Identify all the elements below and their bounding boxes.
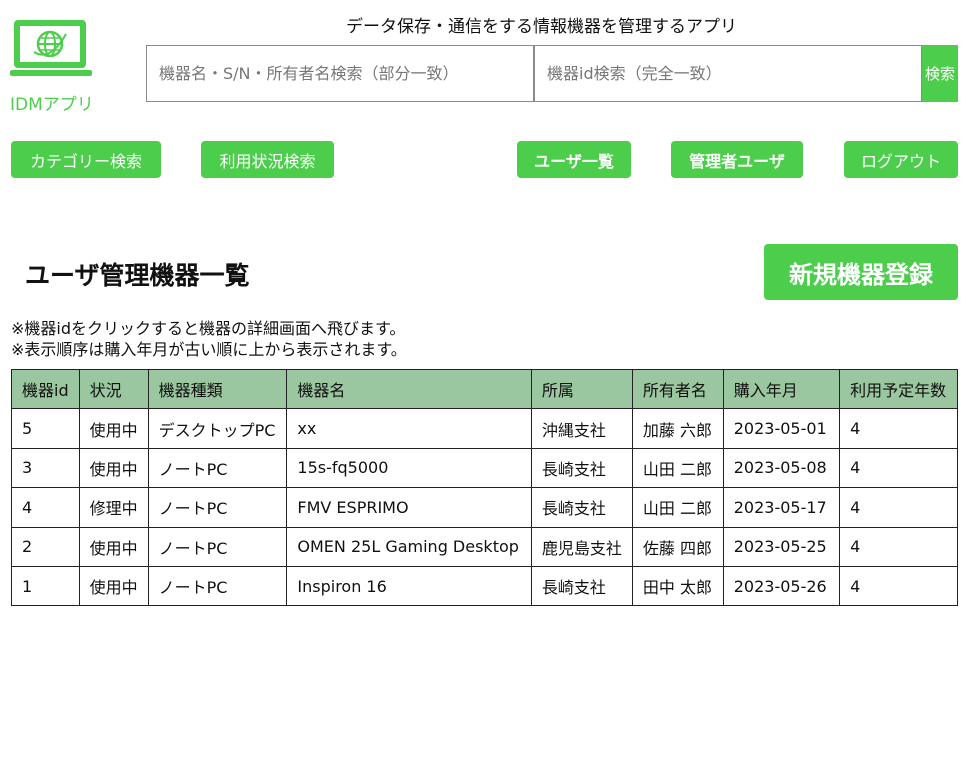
device-name-cell: Inspiron 16	[286, 565, 532, 607]
purchase-date-cell: 2023-05-01	[722, 408, 841, 449]
table-row: 2 使用中 ノートPC OMEN 25L Gaming Desktop 鹿児島支…	[11, 526, 958, 567]
app-subtitle: データ保存・通信をする情報機器を管理するアプリ	[346, 17, 737, 37]
device-id-cell[interactable]: 1	[11, 565, 80, 607]
status-cell: 使用中	[78, 447, 149, 489]
device-id-cell[interactable]: 5	[11, 408, 80, 449]
owner-cell: 山田 二郎	[631, 487, 724, 528]
branch-cell: 長崎支社	[530, 487, 633, 528]
status-cell: 使用中	[78, 565, 149, 607]
device-id-cell[interactable]: 2	[11, 526, 80, 567]
owner-cell: 田中 太郎	[631, 565, 724, 607]
device-type-cell: ノートPC	[147, 447, 288, 489]
notes: ※機器idをクリックすると機器の詳細画面へ飛びます。 ※表示順序は購入年月が古い…	[11, 318, 407, 360]
device-name-cell: xx	[286, 408, 532, 449]
owner-cell: 加藤 六郎	[631, 408, 724, 449]
branch-cell: 沖縄支社	[530, 408, 633, 449]
status-cell: 使用中	[78, 526, 149, 567]
category-search-button[interactable]: カテゴリー検索	[11, 141, 161, 178]
user-list-button[interactable]: ユーザ一覧	[517, 141, 631, 178]
table-row: 5 使用中 デスクトップPC xx 沖縄支社 加藤 六郎 2023-05-01 …	[11, 408, 958, 449]
device-name-cell: 15s-fq5000	[286, 447, 532, 489]
device-id-link[interactable]: 2	[22, 537, 32, 556]
search-button[interactable]: 検索	[922, 45, 958, 102]
device-id-cell[interactable]: 4	[11, 487, 80, 528]
note-line: ※表示順序は購入年月が古い順に上から表示されます。	[11, 340, 407, 359]
device-id-link[interactable]: 1	[22, 577, 32, 596]
table-header-row: 機器id 状況 機器種類 機器名 所属 所有者名 購入年月 利用予定年数	[11, 368, 958, 410]
purchase-date-cell: 2023-05-08	[722, 447, 841, 489]
column-header-branch: 所属	[530, 368, 633, 410]
column-header-owner: 所有者名	[631, 368, 724, 410]
logout-button[interactable]: ログアウト	[844, 141, 958, 178]
laptop-globe-icon	[10, 20, 92, 76]
device-id-cell[interactable]: 3	[11, 447, 80, 489]
usage-search-button[interactable]: 利用状況検索	[201, 141, 334, 178]
column-header-purchase-date: 購入年月	[722, 368, 841, 410]
admin-user-button[interactable]: 管理者ユーザ	[671, 141, 803, 178]
owner-cell: 佐藤 四郎	[631, 526, 724, 567]
device-type-cell: ノートPC	[147, 565, 288, 607]
status-cell: 修理中	[78, 487, 149, 528]
device-id-link[interactable]: 5	[22, 419, 32, 438]
device-id-search-input[interactable]	[534, 45, 922, 102]
table-row: 3 使用中 ノートPC 15s-fq5000 長崎支社 山田 二郎 2023-0…	[11, 447, 958, 489]
column-header-device-name: 機器名	[286, 368, 532, 410]
status-cell: 使用中	[78, 408, 149, 449]
device-type-cell: ノートPC	[147, 526, 288, 567]
devices-table: 機器id 状況 機器種類 機器名 所属 所有者名 購入年月 利用予定年数 5 使…	[11, 368, 958, 607]
page-title: ユーザ管理機器一覧	[25, 261, 250, 290]
app-logo[interactable]: IDMアプリ	[10, 18, 100, 115]
purchase-date-cell: 2023-05-26	[722, 565, 841, 607]
column-header-device-id: 機器id	[11, 368, 80, 410]
table-row: 4 修理中 ノートPC FMV ESPRIMO 長崎支社 山田 二郎 2023-…	[11, 487, 958, 528]
device-type-cell: ノートPC	[147, 487, 288, 528]
device-type-cell: デスクトップPC	[147, 408, 288, 449]
branch-cell: 長崎支社	[530, 565, 633, 607]
column-header-device-type: 機器種類	[147, 368, 288, 410]
usage-years-cell: 4	[839, 487, 958, 528]
usage-years-cell: 4	[839, 408, 958, 449]
usage-years-cell: 4	[839, 447, 958, 489]
purchase-date-cell: 2023-05-17	[722, 487, 841, 528]
logo-text: IDMアプリ	[10, 95, 94, 115]
device-name-cell: FMV ESPRIMO	[286, 487, 532, 528]
device-name-search-input[interactable]	[146, 45, 534, 102]
usage-years-cell: 4	[839, 565, 958, 607]
device-id-link[interactable]: 3	[22, 458, 32, 477]
column-header-status: 状況	[78, 368, 149, 410]
note-line: ※機器idをクリックすると機器の詳細画面へ飛びます。	[11, 319, 406, 338]
owner-cell: 山田 二郎	[631, 447, 724, 489]
branch-cell: 長崎支社	[530, 447, 633, 489]
register-device-button[interactable]: 新規機器登録	[764, 244, 958, 300]
table-row: 1 使用中 ノートPC Inspiron 16 長崎支社 田中 太郎 2023-…	[11, 565, 958, 607]
branch-cell: 鹿児島支社	[530, 526, 633, 567]
purchase-date-cell: 2023-05-25	[722, 526, 841, 567]
device-id-link[interactable]: 4	[22, 498, 32, 517]
usage-years-cell: 4	[839, 526, 958, 567]
column-header-usage-years: 利用予定年数	[839, 368, 958, 410]
device-name-cell: OMEN 25L Gaming Desktop	[286, 526, 532, 567]
